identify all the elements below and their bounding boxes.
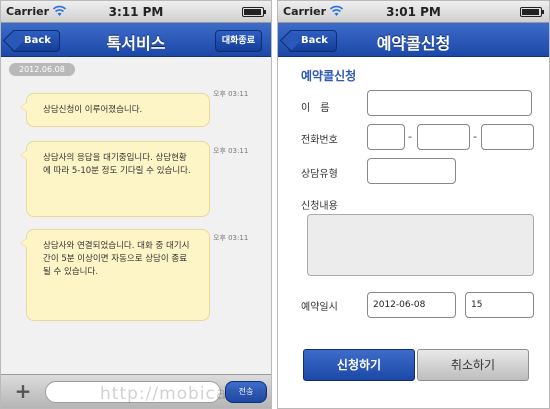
phone-dash: -: [473, 130, 477, 143]
reservation-date-field[interactable]: 2012-06-08: [367, 292, 456, 318]
status-time: 3:01 PM: [386, 5, 441, 19]
content-label: 신청내용: [301, 201, 338, 212]
battery-icon: [520, 7, 544, 17]
content-textarea[interactable]: [307, 214, 534, 276]
status-bar: Carrier 3:01 PM: [278, 1, 549, 23]
consult-type-label: 상담유형: [301, 169, 338, 180]
message-bubble: 상담사와 연결되었습니다. 대화 중 대기시간이 5분 이상이면 자동으로 상담…: [20, 229, 210, 321]
reservation-datetime-label: 예약일시: [301, 302, 338, 313]
status-bar: Carrier 3:11 PM: [1, 1, 271, 23]
message-bubble: 상담사의 응답을 대기중입니다. 상담현황에 따라 5-10분 정도 기다릴 수…: [20, 141, 210, 217]
name-label: 이 름: [301, 103, 330, 114]
apply-button[interactable]: 신청하기: [303, 349, 415, 381]
consult-type-select[interactable]: [367, 158, 456, 184]
phone-field-3[interactable]: [481, 124, 534, 150]
page-title: 예약콜신청: [376, 34, 451, 53]
phone-field-1[interactable]: [367, 124, 405, 150]
reservation-hour-field[interactable]: 15: [465, 292, 534, 318]
cancel-button[interactable]: 취소하기: [417, 349, 529, 381]
status-time: 3:11 PM: [108, 5, 164, 19]
attach-plus-icon[interactable]: +: [11, 381, 35, 403]
message-time: 오후 03:11: [213, 90, 249, 98]
message-time: 오후 03:11: [213, 234, 249, 242]
chat-screen: Carrier 3:11 PM Back 톡서비스 대화종료 2012.06.0…: [0, 0, 272, 409]
phone-field-2[interactable]: [417, 124, 470, 150]
watermark: http://mobican.bn: [100, 384, 270, 404]
nav-bar: Back 예약콜신청: [278, 23, 549, 57]
nav-bar: Back 톡서비스 대화종료: [1, 23, 271, 57]
battery-icon: [242, 7, 266, 17]
phone-dash: -: [408, 130, 412, 143]
date-badge: 2012.06.08: [9, 63, 75, 76]
phone-label: 전화번호: [301, 135, 338, 146]
form-heading: 예약콜신청: [301, 69, 357, 83]
reservation-screen: Carrier 3:01 PM Back 예약콜신청 예약콜신청 이 름 전화번…: [277, 0, 550, 409]
message-time: 오후 03:11: [213, 147, 249, 155]
message-bubble: 상담신청이 이루어졌습니다.: [20, 93, 210, 127]
end-chat-button[interactable]: 대화종료: [214, 30, 262, 52]
name-field[interactable]: [367, 90, 532, 116]
